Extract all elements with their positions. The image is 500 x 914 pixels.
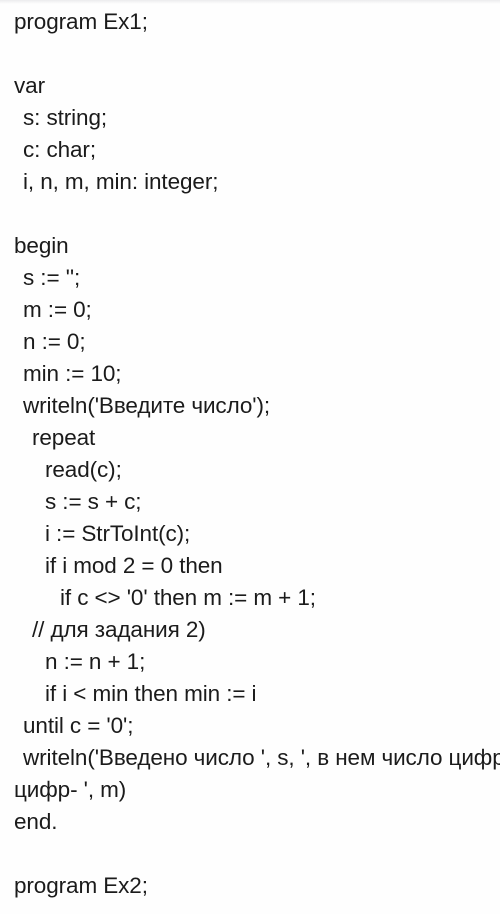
code-line: if i mod 2 = 0 then [45, 553, 223, 578]
code-line: i, n, m, min: integer; [23, 169, 219, 194]
code-line: s := s + c; [45, 489, 142, 514]
code-line: end. [14, 809, 58, 834]
code-line: n := n + 1; [45, 649, 146, 674]
code-line: if c <> '0' then m := m + 1; [60, 585, 316, 610]
code-line: program Ex2; [14, 873, 148, 898]
code-line: c: char; [23, 137, 96, 162]
source-code-listing: program Ex1; var s: string; c: char; i, n, m… [0, 6, 500, 902]
code-line: min := 10; [23, 361, 122, 386]
code-line: repeat [32, 425, 96, 450]
code-line: read(c); [45, 457, 122, 482]
code-line: s := ''; [23, 265, 81, 290]
code-line: m := 0; [23, 297, 92, 322]
code-line: // для задания 2) [32, 617, 206, 642]
code-listing-page: program Ex1; var s: string; c: char; i, n, m… [0, 0, 500, 914]
code-line: begin [14, 233, 69, 258]
code-line: s: string; [23, 105, 108, 130]
code-line: until c = '0'; [23, 713, 134, 738]
code-line: writeln('Введите число'); [23, 393, 271, 418]
code-line: writeln('Введено число ', s, ', в нем чи… [23, 745, 500, 770]
code-line: цифр- ', m) [14, 777, 127, 802]
code-line: program Ex1; [14, 9, 148, 34]
top-edge-strip [0, 0, 500, 4]
code-line: i := StrToInt(c); [45, 521, 191, 546]
code-line: if i < min then min := i [45, 681, 257, 706]
code-line: n := 0; [23, 329, 86, 354]
code-line: var [14, 73, 45, 98]
